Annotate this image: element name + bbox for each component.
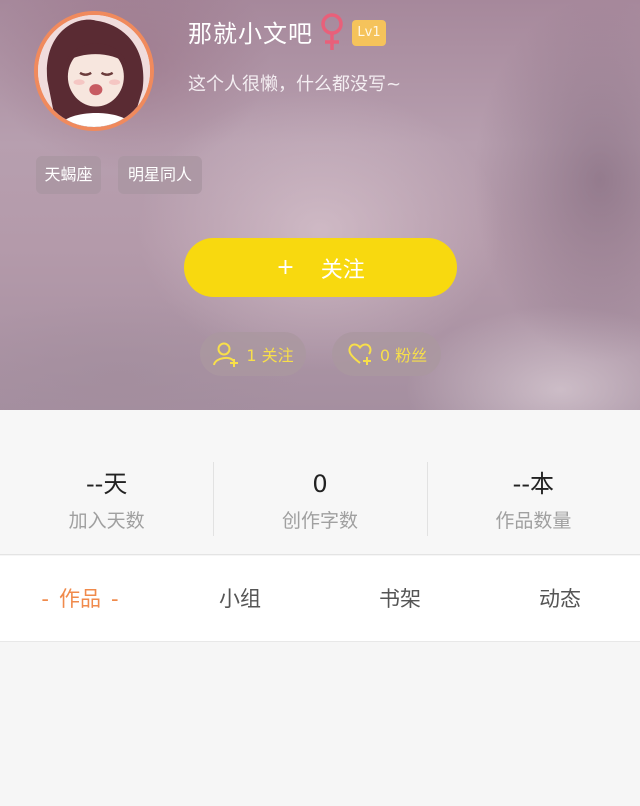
active-indicator-left: - (41, 587, 49, 611)
level-badge: Lv1 (352, 20, 386, 46)
heart-plus-icon (348, 343, 372, 365)
fans-count: 0 粉丝 (379, 346, 428, 365)
tab-label: 书架 (379, 587, 421, 611)
follow-button-label: 关注 (320, 257, 365, 283)
avatar-image (38, 15, 150, 127)
tab-label: 小组 (219, 587, 261, 611)
stats-row: --天 加入天数 0 创作字数 --本 作品数量 (0, 410, 640, 555)
stat-label: 作品数量 (495, 510, 572, 532)
stat-label: 加入天数 (68, 510, 145, 532)
tab-label: 作品 (59, 587, 101, 611)
active-indicator-right: - (111, 587, 119, 611)
stat-value: --天 (86, 470, 128, 498)
tab-content-area (0, 643, 640, 806)
user-plus-icon (213, 342, 239, 367)
follow-button[interactable]: + 关注 (184, 238, 457, 297)
stat-value: 0 (312, 470, 328, 498)
stat-label: 创作字数 (281, 510, 358, 532)
plus-icon: + (276, 254, 295, 280)
tab-activity[interactable]: 动态 (480, 556, 640, 641)
profile-header: 那就小文吧 Lv1 这个人很懒，什么都没写~ 天蝎座 明星同人 + 关注 1 关… (0, 0, 640, 410)
tab-groups[interactable]: 小组 (160, 556, 320, 641)
tab-bar: - 作品 - 小组 书架 动态 (0, 556, 640, 642)
stat-join-days: --天 加入天数 (0, 410, 213, 554)
female-icon (321, 13, 343, 50)
tab-label: 动态 (539, 587, 581, 611)
fans-count-pill[interactable]: 0 粉丝 (332, 332, 441, 376)
following-count: 1 关注 (246, 346, 294, 365)
avatar[interactable] (34, 11, 154, 131)
following-count-pill[interactable]: 1 关注 (200, 332, 306, 376)
stat-word-count: 0 创作字数 (213, 410, 426, 554)
username: 那就小文吧 (188, 20, 313, 48)
tag-constellation[interactable]: 天蝎座 (36, 156, 101, 194)
tab-bookshelf[interactable]: 书架 (320, 556, 480, 641)
bio-text: 这个人很懒，什么都没写~ (188, 74, 402, 95)
stat-works-count: --本 作品数量 (426, 410, 640, 554)
stat-value: --本 (512, 470, 554, 498)
tag-category[interactable]: 明星同人 (118, 156, 202, 194)
tab-works[interactable]: - 作品 - (0, 556, 160, 641)
